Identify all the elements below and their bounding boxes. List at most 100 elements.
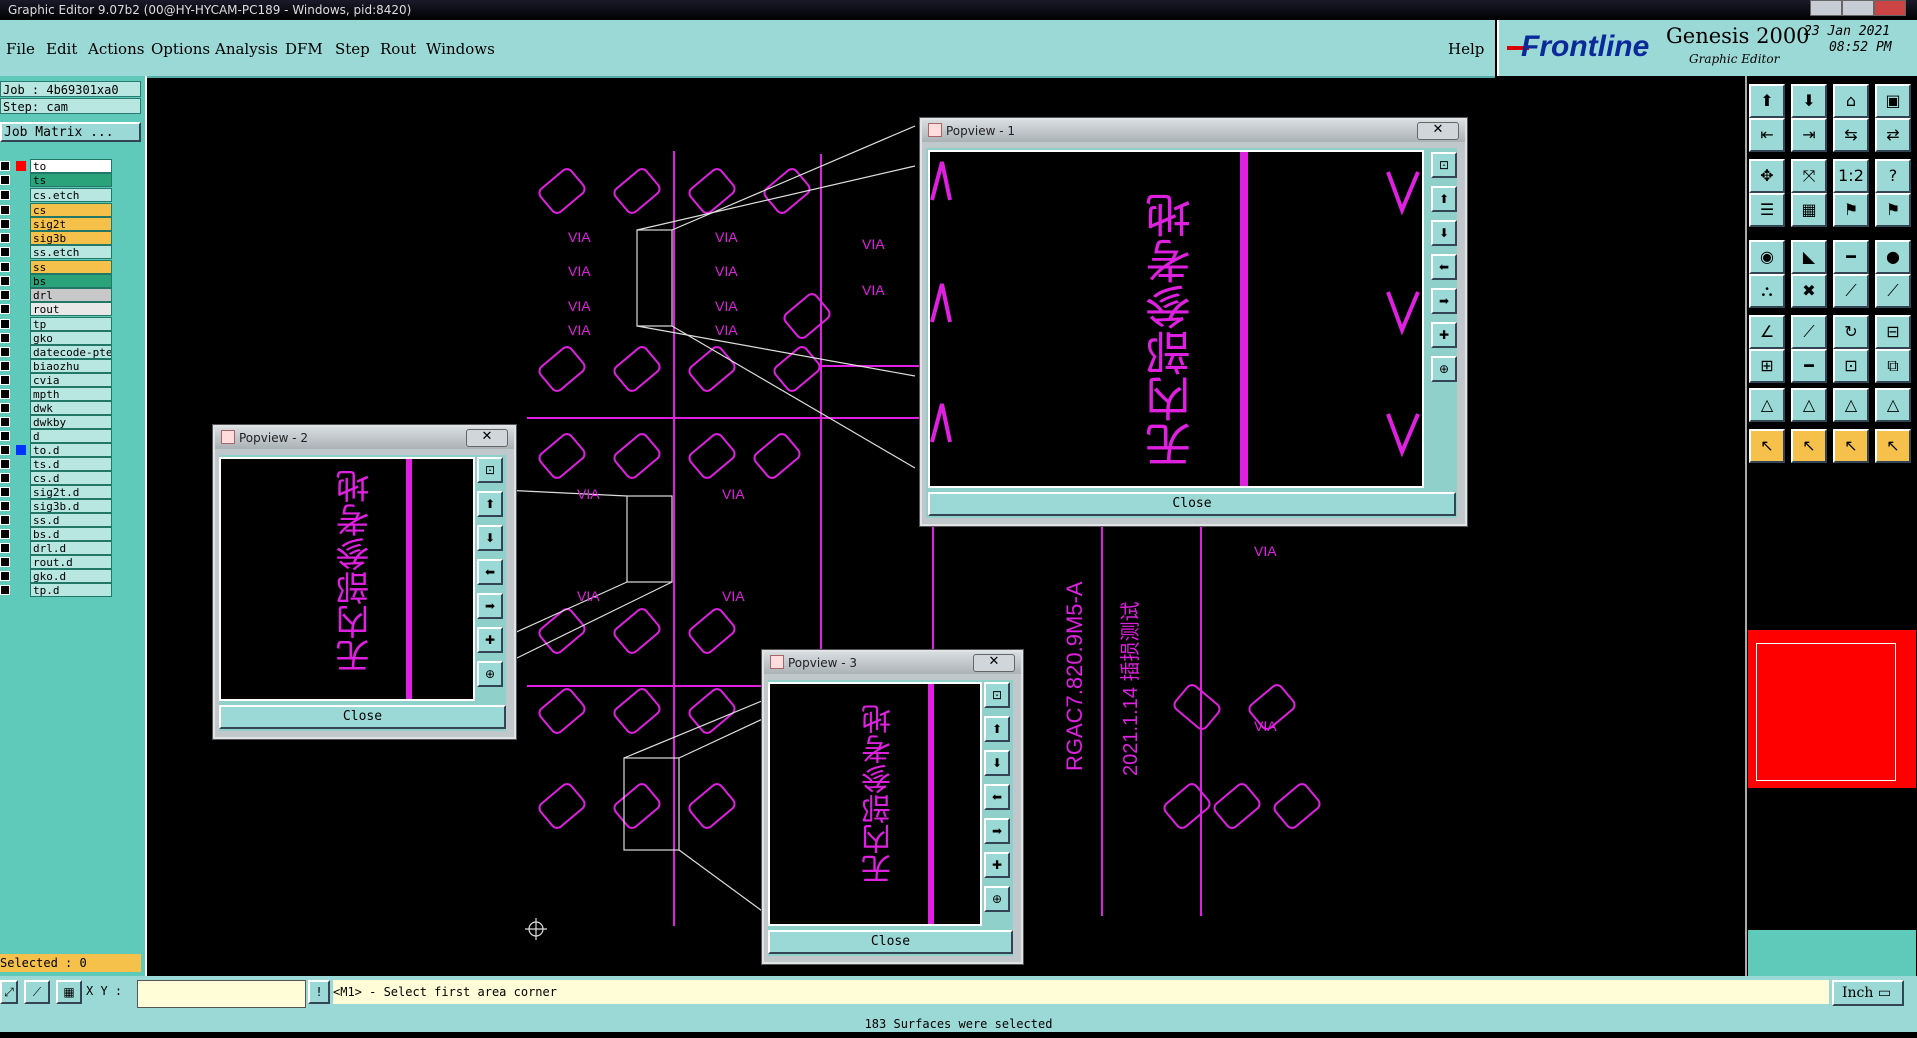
layer-name[interactable]: gko [30,331,112,345]
layer-name[interactable]: dwk [30,401,112,415]
layer-checkbox[interactable] [0,389,10,399]
menu-analysis[interactable]: Analysis [215,40,278,58]
move-down-icon[interactable]: ⬇ [984,750,1010,776]
popview-1-x-button[interactable]: ✕ [1417,122,1459,140]
measure-icon[interactable]: ⟋ [24,980,50,1004]
layer-row[interactable]: biaozhu [0,359,115,373]
move-up-icon[interactable]: ⬆ [984,716,1010,742]
layer-name[interactable]: to.d [30,443,112,457]
layer-row[interactable]: dwkby [0,415,115,429]
delete-icon[interactable]: ✖ [1791,274,1827,308]
move-right-icon[interactable]: ➡ [984,818,1010,844]
layer-row[interactable]: ts.d [0,457,115,471]
layer-name[interactable]: ts [30,173,112,187]
select-icon[interactable]: ↖ [1875,429,1911,463]
frame-icon[interactable]: ⊡ [1833,349,1869,383]
layer-name[interactable]: bs.d [30,527,112,541]
move-up-icon[interactable]: ⬆ [1431,186,1457,212]
layer-checkbox[interactable] [0,529,10,539]
layer-name[interactable]: dwkby [30,415,112,429]
layer-checkbox[interactable] [0,304,10,314]
flag-icon[interactable]: ⚑ [1833,193,1869,227]
popview-1-title-bar[interactable]: Popview - 1 [922,120,1465,142]
layer-name[interactable]: biaozhu [30,359,112,373]
layer-checkbox[interactable] [0,290,10,300]
layer-row[interactable]: drl [0,288,115,302]
layer-name[interactable]: d [30,429,112,443]
page-up-icon[interactable]: ⬆ [1749,84,1785,118]
flag-icon[interactable]: ⚑ [1875,193,1911,227]
angle-icon[interactable]: ∠ [1749,315,1785,349]
layer-row[interactable]: datecode-pte [0,345,115,359]
page-down-icon[interactable]: ⬇ [1791,84,1827,118]
help-icon[interactable]: ? [1875,159,1911,193]
layer-name[interactable]: rout [30,302,112,316]
menu-actions[interactable]: Actions [88,40,144,58]
popview-3-x-button[interactable]: ✕ [973,654,1015,672]
pan-icon[interactable]: ⊡ [477,457,503,483]
layer-row[interactable]: sig2t [0,217,115,231]
layer-name[interactable]: sig2t [30,217,112,231]
home-icon[interactable]: ⌂ [1833,84,1869,118]
minimize-button[interactable] [1810,0,1842,16]
select-icon[interactable]: ↖ [1791,429,1827,463]
layer-row[interactable]: sig3b [0,231,115,245]
triangle-icon[interactable]: △ [1749,388,1785,422]
move-down-icon[interactable]: ⬇ [477,525,503,551]
popview-2-window[interactable]: Popview - 2 ✕ 无内部参考地 ⊡ ⬆ ⬇ ⬅ ➡ ✚ ⊕ Close [213,425,516,739]
dot-icon[interactable]: ● [1875,240,1911,274]
split-icon[interactable]: ⊟ [1875,315,1911,349]
layer-row[interactable]: gko [0,331,115,345]
move-left-icon[interactable]: ⬅ [1431,254,1457,280]
triangle-icon[interactable]: △ [1791,388,1827,422]
bar-icon[interactable]: ━ [1791,349,1827,383]
popview-2-close-button[interactable]: Close [219,705,506,729]
move-left-icon[interactable]: ⬅ [477,559,503,585]
layer-checkbox[interactable] [0,205,10,215]
grid-icon[interactable]: ▦ [56,980,82,1004]
layer-name[interactable]: sig3b.d [30,499,112,513]
triangle-icon[interactable]: △ [1833,388,1869,422]
layer-checkbox[interactable] [0,375,10,385]
layer-name[interactable]: tp.d [30,583,112,597]
layer-name[interactable]: drl [30,288,112,302]
layer-row[interactable]: rout [0,302,115,316]
layer-checkbox[interactable] [0,161,10,171]
layer-row[interactable]: dwk [0,401,115,415]
layer-checkbox[interactable] [0,431,10,441]
layer-name[interactable]: drl.d [30,541,112,555]
copy-icon[interactable]: ⧉ [1875,349,1911,383]
layer-checkbox[interactable] [0,233,10,243]
menu-help[interactable]: Help [1448,40,1484,58]
layer-row[interactable]: bs [0,274,115,288]
close-window-button[interactable] [1874,0,1906,16]
layer-name[interactable]: gko.d [30,569,112,583]
layer-name[interactable]: cvia [30,373,112,387]
popview-1-canvas[interactable]: 无内部参考地 [928,150,1424,488]
pan-icon[interactable]: ⊡ [1431,152,1457,178]
window-icon[interactable]: ▣ [1875,84,1911,118]
layer-checkbox[interactable] [0,403,10,413]
zoom-fit-icon[interactable]: ⊕ [477,661,503,687]
layer-row[interactable]: tp.d [0,583,115,597]
layer-name[interactable]: datecode-pte [30,345,112,359]
layer-row[interactable]: ts [0,173,115,187]
move-right-icon[interactable]: ➡ [1431,288,1457,314]
zoom-in-icon[interactable]: ✚ [477,627,503,653]
layer-name[interactable]: ss.d [30,513,112,527]
layer-name[interactable]: tp [30,317,112,331]
layer-name[interactable]: to [30,159,112,173]
route-icon[interactable]: ⟋ [1875,274,1911,308]
dash-icon[interactable]: ━ [1833,240,1869,274]
xy-input[interactable] [137,980,306,1008]
layer-checkbox[interactable] [0,501,10,511]
layer-row[interactable]: to.d [0,443,115,457]
layer-checkbox[interactable] [0,445,10,455]
menu-step[interactable]: Step [335,40,370,58]
layer-checkbox[interactable] [0,247,10,257]
menu-dfm[interactable]: DFM [285,40,323,58]
layer-checkbox[interactable] [0,333,10,343]
units-select[interactable]: Inch ▭ [1832,980,1904,1006]
fit-icon[interactable]: ✥ [1749,159,1785,193]
layer-name[interactable]: bs [30,274,112,288]
